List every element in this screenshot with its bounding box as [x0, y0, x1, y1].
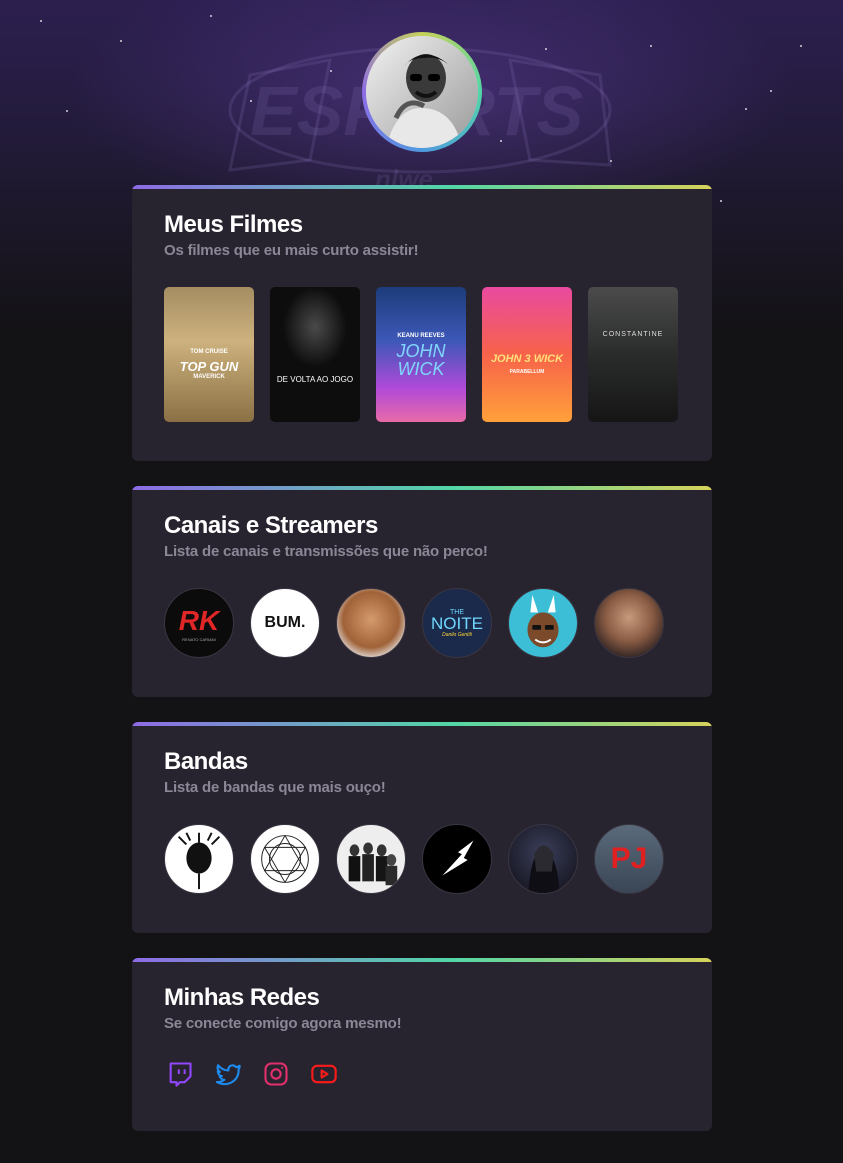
bands-card: Bandas Lista de bandas que mais ouço! PJ [132, 722, 712, 933]
channel-logo-text: RK [178, 604, 220, 636]
band-metallica[interactable] [422, 824, 492, 894]
movie-subtitle: MAVERICK [193, 374, 225, 380]
channel-list: RK RENATO CARIANI BUM. THE NOITE Danilo … [164, 588, 680, 658]
movie-actor: KEANU REEVES [397, 333, 445, 339]
section-subtitle: Lista de canais e transmissões que não p… [164, 543, 488, 560]
band-photo-icon [528, 845, 560, 893]
movie-poster-john-wick-3[interactable]: JOHN 3 WICK PARABELLUM [482, 287, 572, 422]
movie-subtitle: PARABELLUM [509, 369, 545, 375]
movie-title: CONSTANTINE [602, 331, 664, 338]
band-logo-text: PJ [610, 842, 648, 875]
movies-card: Meus Filmes Os filmes que eu mais curto … [132, 185, 712, 461]
movie-poster-constantine[interactable]: CONSTANTINE [588, 287, 678, 422]
band-1[interactable] [164, 824, 234, 894]
section-subtitle: Lista de bandas que mais ouço! [164, 779, 386, 796]
user-photo-icon [366, 36, 478, 148]
ninja-star-icon [442, 840, 474, 876]
section-title: Bandas [164, 748, 248, 775]
movie-actor: TOM CRUISE [190, 349, 228, 355]
band-list: PJ [164, 824, 680, 894]
band-pearl-jam[interactable]: PJ [594, 824, 664, 894]
section-title: Minhas Redes [164, 984, 320, 1011]
movie-title: JOHN 3 WICK [490, 353, 564, 365]
channel-the-noite[interactable]: THE NOITE Danilo Gentili [422, 588, 492, 658]
movie-list: TOM CRUISE TOP GUN MAVERICK DE VOLTA AO … [164, 287, 680, 422]
channel-logo-subtext: Danilo Gentili [442, 631, 472, 638]
channel-logo-subtext: RENATO CARIANI [182, 636, 216, 642]
section-title: Meus Filmes [164, 211, 303, 238]
thistle-icon [177, 832, 221, 890]
band-3[interactable] [336, 824, 406, 894]
movie-subtitle: WICK [397, 359, 445, 379]
twitter-icon[interactable] [214, 1060, 242, 1088]
channel-streamer-5[interactable] [508, 588, 578, 658]
band-photo-icon [348, 842, 398, 886]
band-5[interactable] [508, 824, 578, 894]
channel-streamer-6[interactable] [594, 588, 664, 658]
social-links [166, 1060, 680, 1088]
movie-title: DE VOLTA AO JOGO [276, 375, 354, 384]
channels-card: Canais e Streamers Lista de canais e tra… [132, 486, 712, 697]
movie-poster-john-wick[interactable]: KEANU REEVES JOHN WICK [376, 287, 466, 422]
instagram-icon[interactable] [262, 1060, 290, 1088]
channel-logo-text: BUM. [264, 614, 306, 631]
movie-poster-de-volta-ao-jogo[interactable]: DE VOLTA AO JOGO [270, 287, 360, 422]
youtube-icon[interactable] [310, 1060, 338, 1088]
geometric-logo-icon [261, 834, 309, 884]
profile-avatar [362, 32, 482, 152]
movie-poster-top-gun[interactable]: TOM CRUISE TOP GUN MAVERICK [164, 287, 254, 422]
channel-renato-cariani[interactable]: RK RENATO CARIANI [164, 588, 234, 658]
social-card: Minhas Redes Se conecte comigo agora mes… [132, 958, 712, 1131]
twitch-icon[interactable] [166, 1060, 194, 1088]
section-subtitle: Os filmes que eu mais curto assistir! [164, 242, 419, 259]
channel-logo-text-main: NOITE [431, 613, 483, 633]
cartoon-avatar-icon [527, 594, 559, 648]
channel-bum[interactable]: BUM. [250, 588, 320, 658]
movie-title: TOP GUN [179, 359, 239, 374]
section-subtitle: Se conecte comigo agora mesmo! [164, 1015, 402, 1032]
band-2[interactable] [250, 824, 320, 894]
section-title: Canais e Streamers [164, 512, 378, 539]
channel-streamer-3[interactable] [336, 588, 406, 658]
